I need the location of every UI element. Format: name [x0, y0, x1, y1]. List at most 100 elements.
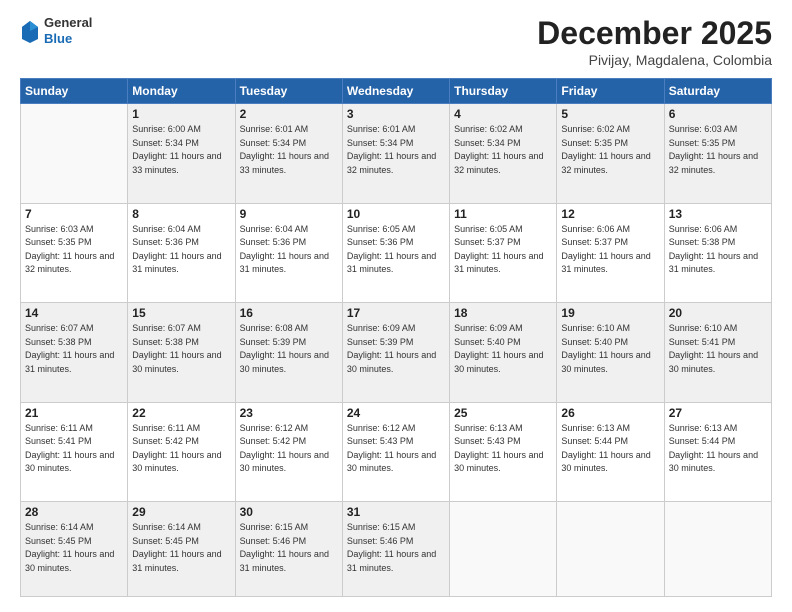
table-row: 10Sunrise: 6:05 AMSunset: 5:36 PMDayligh… — [342, 203, 449, 303]
day-info: Sunrise: 6:04 AMSunset: 5:36 PMDaylight:… — [132, 223, 230, 277]
table-row: 15 Sunrise: 6:07 AMSunset: 5:38 PMDayligh… — [128, 303, 235, 403]
col-wednesday: Wednesday — [342, 79, 449, 104]
day-number: 5 — [561, 107, 659, 121]
col-friday: Friday — [557, 79, 664, 104]
table-row: 14 Sunrise: 6:07 AMSunset: 5:38 PMDayligh… — [21, 303, 128, 403]
day-info: Sunrise: 6:14 AMSunset: 5:45 PMDaylight:… — [132, 521, 230, 575]
logo-general: General — [44, 15, 92, 30]
day-info: Sunrise: 6:13 AMSunset: 5:43 PMDaylight:… — [454, 422, 552, 476]
table-row: 1Sunrise: 6:00 AMSunset: 5:34 PMDaylight… — [128, 104, 235, 204]
day-number: 30 — [240, 505, 338, 519]
day-number: 15 — [132, 306, 230, 320]
day-number: 23 — [240, 406, 338, 420]
day-number: 26 — [561, 406, 659, 420]
day-number: 28 — [25, 505, 123, 519]
table-row: 11 Sunrise: 6:05 AMSunset: 5:37 PMDayligh… — [450, 203, 557, 303]
logo-icon — [20, 19, 40, 43]
page: General Blue December 2025 Pivijay, Magd… — [0, 0, 792, 612]
col-tuesday: Tuesday — [235, 79, 342, 104]
day-number: 2 — [240, 107, 338, 121]
day-number: 9 — [240, 207, 338, 221]
calendar-week-row: 14 Sunrise: 6:07 AMSunset: 5:38 PMDayligh… — [21, 303, 772, 403]
table-row: 22 Sunrise: 6:11 AMSunset: 5:42 PMDayligh… — [128, 402, 235, 502]
day-info: Sunrise: 6:10 AMSunset: 5:41 PMDaylight:… — [669, 322, 767, 376]
table-row: 29Sunrise: 6:14 AMSunset: 5:45 PMDayligh… — [128, 502, 235, 597]
day-info: Sunrise: 6:03 AMSunset: 5:35 PMDaylight:… — [669, 123, 767, 177]
day-number: 4 — [454, 107, 552, 121]
day-info: Sunrise: 6:15 AMSunset: 5:46 PMDaylight:… — [240, 521, 338, 575]
table-row: 23Sunrise: 6:12 AMSunset: 5:42 PMDayligh… — [235, 402, 342, 502]
day-number: 17 — [347, 306, 445, 320]
calendar-table: Sunday Monday Tuesday Wednesday Thursday… — [20, 78, 772, 597]
table-row: 12 Sunrise: 6:06 AMSunset: 5:37 PMDayligh… — [557, 203, 664, 303]
table-row: 25 Sunrise: 6:13 AMSunset: 5:43 PMDayligh… — [450, 402, 557, 502]
day-info: Sunrise: 6:03 AMSunset: 5:35 PMDaylight:… — [25, 223, 123, 277]
day-info: Sunrise: 6:12 AMSunset: 5:43 PMDaylight:… — [347, 422, 445, 476]
day-info: Sunrise: 6:01 AMSunset: 5:34 PMDaylight:… — [347, 123, 445, 177]
day-info: Sunrise: 6:01 AMSunset: 5:34 PMDaylight:… — [240, 123, 338, 177]
table-row: 4 Sunrise: 6:02 AMSunset: 5:34 PMDaylight… — [450, 104, 557, 204]
day-number: 31 — [347, 505, 445, 519]
day-number: 20 — [669, 306, 767, 320]
day-info: Sunrise: 6:15 AMSunset: 5:46 PMDaylight:… — [347, 521, 445, 575]
table-row: 26 Sunrise: 6:13 AMSunset: 5:44 PMDayligh… — [557, 402, 664, 502]
subtitle: Pivijay, Magdalena, Colombia — [537, 52, 772, 68]
calendar-week-row: 21Sunrise: 6:11 AMSunset: 5:41 PMDayligh… — [21, 402, 772, 502]
table-row: 17 Sunrise: 6:09 AMSunset: 5:39 PMDayligh… — [342, 303, 449, 403]
table-row: 13 Sunrise: 6:06 AMSunset: 5:38 PMDayligh… — [664, 203, 771, 303]
logo-blue: Blue — [44, 31, 72, 46]
day-number: 16 — [240, 306, 338, 320]
day-number: 7 — [25, 207, 123, 221]
day-info: Sunrise: 6:05 AMSunset: 5:37 PMDaylight:… — [454, 223, 552, 277]
day-info: Sunrise: 6:06 AMSunset: 5:38 PMDaylight:… — [669, 223, 767, 277]
logo: General Blue — [20, 15, 92, 46]
table-row — [557, 502, 664, 597]
table-row — [21, 104, 128, 204]
day-number: 11 — [454, 207, 552, 221]
table-row: 9 Sunrise: 6:04 AMSunset: 5:36 PMDaylight… — [235, 203, 342, 303]
table-row: 18 Sunrise: 6:09 AMSunset: 5:40 PMDayligh… — [450, 303, 557, 403]
calendar-week-row: 28 Sunrise: 6:14 AMSunset: 5:45 PMDayligh… — [21, 502, 772, 597]
day-number: 8 — [132, 207, 230, 221]
table-row: 5Sunrise: 6:02 AMSunset: 5:35 PMDaylight… — [557, 104, 664, 204]
table-row: 21Sunrise: 6:11 AMSunset: 5:41 PMDayligh… — [21, 402, 128, 502]
table-row: 2 Sunrise: 6:01 AMSunset: 5:34 PMDaylight… — [235, 104, 342, 204]
day-number: 14 — [25, 306, 123, 320]
day-number: 13 — [669, 207, 767, 221]
col-sunday: Sunday — [21, 79, 128, 104]
day-number: 27 — [669, 406, 767, 420]
day-number: 22 — [132, 406, 230, 420]
day-info: Sunrise: 6:13 AMSunset: 5:44 PMDaylight:… — [561, 422, 659, 476]
day-number: 24 — [347, 406, 445, 420]
table-row: 16Sunrise: 6:08 AMSunset: 5:39 PMDayligh… — [235, 303, 342, 403]
title-area: December 2025 Pivijay, Magdalena, Colomb… — [537, 15, 772, 68]
calendar-week-row: 1Sunrise: 6:00 AMSunset: 5:34 PMDaylight… — [21, 104, 772, 204]
day-info: Sunrise: 6:11 AMSunset: 5:42 PMDaylight:… — [132, 422, 230, 476]
calendar-header-row: Sunday Monday Tuesday Wednesday Thursday… — [21, 79, 772, 104]
day-info: Sunrise: 6:07 AMSunset: 5:38 PMDaylight:… — [132, 322, 230, 376]
col-monday: Monday — [128, 79, 235, 104]
table-row: 27 Sunrise: 6:13 AMSunset: 5:44 PMDayligh… — [664, 402, 771, 502]
day-info: Sunrise: 6:14 AMSunset: 5:45 PMDaylight:… — [25, 521, 123, 575]
day-number: 21 — [25, 406, 123, 420]
month-title: December 2025 — [537, 15, 772, 52]
day-info: Sunrise: 6:07 AMSunset: 5:38 PMDaylight:… — [25, 322, 123, 376]
day-info: Sunrise: 6:06 AMSunset: 5:37 PMDaylight:… — [561, 223, 659, 277]
table-row: 30 Sunrise: 6:15 AMSunset: 5:46 PMDayligh… — [235, 502, 342, 597]
table-row: 31 Sunrise: 6:15 AMSunset: 5:46 PMDayligh… — [342, 502, 449, 597]
day-info: Sunrise: 6:04 AMSunset: 5:36 PMDaylight:… — [240, 223, 338, 277]
day-info: Sunrise: 6:10 AMSunset: 5:40 PMDaylight:… — [561, 322, 659, 376]
day-info: Sunrise: 6:09 AMSunset: 5:39 PMDaylight:… — [347, 322, 445, 376]
day-info: Sunrise: 6:09 AMSunset: 5:40 PMDaylight:… — [454, 322, 552, 376]
day-info: Sunrise: 6:13 AMSunset: 5:44 PMDaylight:… — [669, 422, 767, 476]
day-number: 18 — [454, 306, 552, 320]
table-row: 24 Sunrise: 6:12 AMSunset: 5:43 PMDayligh… — [342, 402, 449, 502]
col-thursday: Thursday — [450, 79, 557, 104]
table-row — [450, 502, 557, 597]
table-row: 20 Sunrise: 6:10 AMSunset: 5:41 PMDayligh… — [664, 303, 771, 403]
day-number: 25 — [454, 406, 552, 420]
day-number: 12 — [561, 207, 659, 221]
day-info: Sunrise: 6:00 AMSunset: 5:34 PMDaylight:… — [132, 123, 230, 177]
day-info: Sunrise: 6:02 AMSunset: 5:34 PMDaylight:… — [454, 123, 552, 177]
day-number: 3 — [347, 107, 445, 121]
